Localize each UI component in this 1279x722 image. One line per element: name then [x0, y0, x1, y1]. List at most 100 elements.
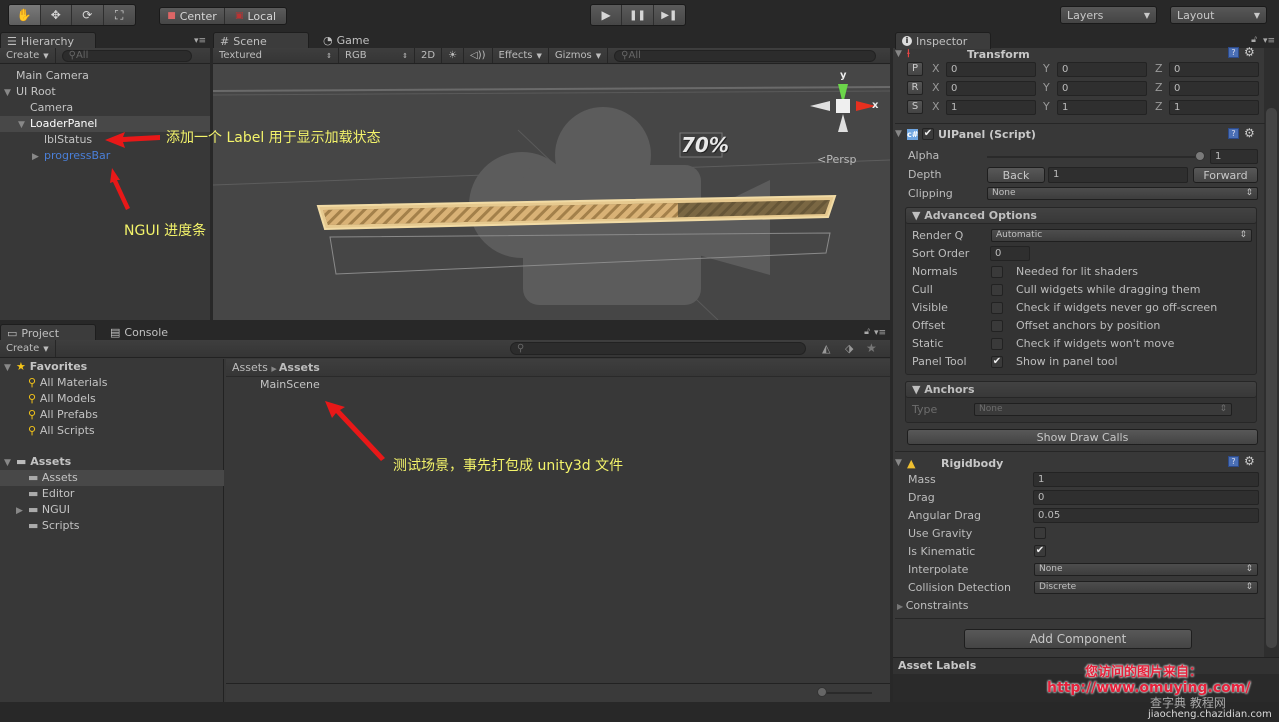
collapse-icon: ▼	[912, 383, 925, 396]
gear-icon[interactable]: ⚙	[1244, 126, 1255, 140]
anchors-type-label: Type	[912, 403, 938, 416]
help-icon[interactable]: ?	[1228, 128, 1239, 139]
lock-icon[interactable]: 🔓︎	[1251, 35, 1257, 45]
annotation-label-note: 添加一个 Label 用于显示加载状态	[166, 130, 381, 146]
transform-reset-button[interactable]: S	[907, 100, 923, 114]
gear-icon[interactable]: ⚙	[1244, 45, 1255, 59]
axis-label-y: Y	[1043, 100, 1050, 113]
clipping-dropdown[interactable]: None ⇕	[987, 187, 1258, 200]
arrow-to-lblstatus	[105, 132, 160, 148]
updown-icon: ⇕	[1239, 230, 1247, 240]
option-checkbox[interactable]	[991, 266, 1003, 278]
folder-item[interactable]: ▶ ▬ NGUI	[0, 502, 224, 518]
option-description: Offset anchors by position	[1016, 319, 1161, 332]
transform-field-y[interactable]: 0	[1057, 81, 1147, 96]
alpha-field[interactable]: 1	[1210, 149, 1258, 164]
collapse-icon: ▼	[912, 209, 925, 222]
axis-label-z: Z	[1155, 100, 1163, 113]
watermark-site: jiaocheng.chazidian.com	[1148, 709, 1272, 720]
uipanel-enabled-checkbox[interactable]: ✔	[922, 128, 934, 140]
transform-header[interactable]: ▼ ⟊ Transform	[895, 45, 1265, 63]
collapse-icon: ▼	[895, 49, 902, 59]
depth-field[interactable]: 1	[1048, 167, 1188, 183]
help-icon[interactable]: ?	[1228, 456, 1239, 467]
rigidbody-header[interactable]: ▼ ▲ Rigidbody	[895, 454, 1265, 472]
option-description: Show in panel tool	[1016, 355, 1118, 368]
interpolate-dropdown[interactable]: None ⇕	[1034, 563, 1258, 576]
transform-field-y[interactable]: 0	[1057, 62, 1147, 77]
advanced-options-header[interactable]: ▼ Advanced Options	[905, 207, 1257, 224]
rigidbody-icon: ▲	[907, 456, 916, 470]
project-footer	[226, 683, 890, 702]
transform-field-z[interactable]: 0	[1169, 81, 1259, 96]
annotation-scene-note: 测试场景，事先打包成 unity3d 文件	[393, 458, 624, 474]
is-kinematic-checkbox[interactable]: ✔	[1034, 545, 1046, 557]
depth-forward-button[interactable]: Forward	[1193, 167, 1258, 183]
anchors-type-dropdown: None ⇕	[974, 403, 1232, 416]
render-q-label: Render Q	[912, 229, 964, 242]
constraints-foldout[interactable]: ▶ Constraints	[897, 599, 968, 612]
transform-field-x[interactable]: 0	[946, 81, 1036, 96]
alpha-label: Alpha	[908, 149, 940, 162]
updown-icon: ⇕	[1219, 404, 1227, 414]
transform-field-x[interactable]: 1	[946, 100, 1036, 115]
axis-label-y: Y	[1043, 62, 1050, 75]
option-description: Needed for lit shaders	[1016, 265, 1138, 278]
option-checkbox[interactable]	[991, 284, 1003, 296]
divider	[895, 123, 1265, 124]
watermark-line1: 您访问的图片来自：	[1085, 665, 1203, 680]
transform-reset-button[interactable]: R	[907, 81, 923, 95]
show-draw-calls-button[interactable]: Show Draw Calls	[907, 429, 1258, 445]
transform-field-z[interactable]: 1	[1169, 100, 1259, 115]
axis-label-z: Z	[1155, 62, 1163, 75]
alpha-slider[interactable]	[987, 156, 1205, 158]
depth-label: Depth	[908, 168, 942, 181]
option-checkbox[interactable]	[991, 320, 1003, 332]
transform-field-x[interactable]: 0	[946, 62, 1036, 77]
anchors-header[interactable]: ▼ Anchors	[905, 381, 1257, 398]
inspector-scrollbar[interactable]	[1264, 48, 1279, 658]
option-label: Offset	[912, 319, 946, 332]
option-checkbox[interactable]: ✔	[991, 356, 1003, 368]
folder-icon: ▬	[28, 503, 42, 516]
alpha-slider-thumb[interactable]	[1195, 151, 1205, 161]
updown-icon: ⇕	[1245, 564, 1253, 574]
folder-icon: ▬	[28, 519, 42, 532]
use-gravity-label: Use Gravity	[908, 527, 973, 540]
transform-field-z[interactable]: 0	[1169, 62, 1259, 77]
use-gravity-checkbox[interactable]	[1034, 527, 1046, 539]
axis-label-y: Y	[1043, 81, 1050, 94]
axis-label-x: X	[932, 81, 940, 94]
option-checkbox[interactable]	[991, 338, 1003, 350]
annotation-arrows	[105, 132, 385, 461]
collapse-icon: ▼	[895, 129, 902, 139]
axis-label-x: X	[932, 62, 940, 75]
layout-dropdown[interactable]: Layout ▼	[1170, 6, 1267, 24]
divider	[895, 451, 1265, 452]
arrow-to-mainscene	[325, 401, 385, 461]
add-component-button[interactable]: Add Component	[964, 629, 1192, 649]
help-icon[interactable]: ?	[1228, 47, 1239, 58]
inspector-scrollbar-thumb[interactable]	[1266, 108, 1277, 648]
drag-field[interactable]: 0	[1033, 490, 1259, 505]
collision-detection-dropdown[interactable]: Discrete ⇕	[1034, 581, 1258, 594]
transform-reset-button[interactable]: P	[907, 62, 923, 76]
option-label: Panel Tool	[912, 355, 967, 368]
depth-back-button[interactable]: Back	[987, 167, 1045, 183]
mass-field[interactable]: 1	[1033, 472, 1259, 487]
divider	[895, 618, 1265, 619]
uipanel-header[interactable]: ▼ c# ✔ UIPanel (Script)	[895, 125, 1265, 143]
folder-item-label: Scripts	[41, 519, 80, 532]
gear-icon[interactable]: ⚙	[1244, 454, 1255, 468]
expand-icon[interactable]: ▶	[16, 503, 28, 519]
angular-drag-field[interactable]: 0.05	[1033, 508, 1259, 523]
transform-field-y[interactable]: 1	[1057, 100, 1147, 115]
option-description: Check if widgets won't move	[1016, 337, 1175, 350]
folder-item[interactable]: ▬ Scripts	[0, 518, 224, 534]
icon-size-slider-thumb[interactable]	[817, 687, 827, 697]
annotation-progress-note: NGUI 进度条	[124, 223, 207, 239]
layers-dropdown[interactable]: Layers ▼	[1060, 6, 1157, 24]
option-checkbox[interactable]	[991, 302, 1003, 314]
sort-order-field[interactable]: 0	[990, 246, 1030, 261]
render-q-dropdown[interactable]: Automatic ⇕	[991, 229, 1252, 242]
